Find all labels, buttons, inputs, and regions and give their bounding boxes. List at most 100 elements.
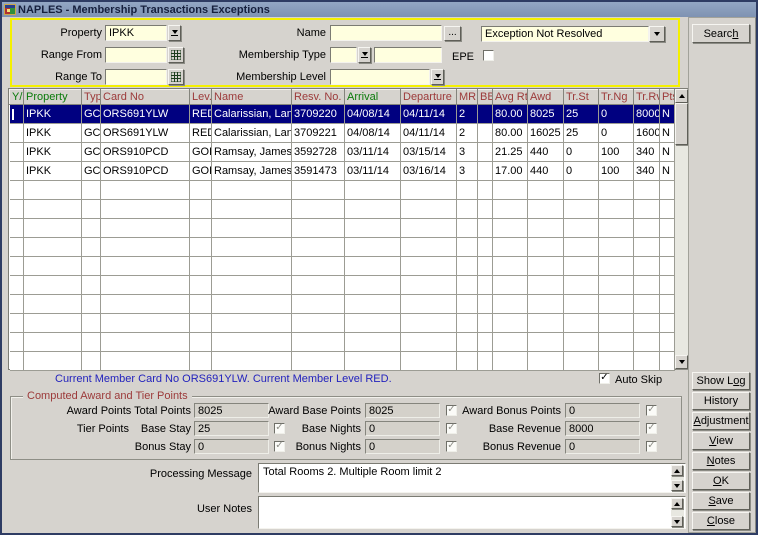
base-stay-label: Base Stay	[31, 421, 191, 435]
table-cell	[212, 238, 292, 257]
table-row[interactable]: IPKKGCORS691YLWREDCalarissian, Lando3709…	[10, 124, 675, 143]
scroll-up-button[interactable]	[671, 465, 683, 476]
property-input[interactable]: IPKK	[105, 25, 167, 41]
view-button[interactable]: View	[692, 432, 750, 450]
membership-type-lov-button[interactable]	[358, 47, 371, 63]
processing-message-box[interactable]: Total Rooms 2. Multiple Room limit 2	[258, 463, 686, 493]
table-cell: N	[660, 143, 675, 162]
table-cell: Calarissian, Lando	[212, 105, 292, 124]
range-from-calendar-button[interactable]	[168, 47, 184, 63]
table-cell	[564, 333, 599, 352]
processing-scrollbar[interactable]	[671, 465, 684, 491]
table-cell	[345, 257, 401, 276]
ok-button[interactable]: OK	[692, 472, 750, 490]
range-to-calendar-button[interactable]	[168, 69, 184, 85]
history-button[interactable]: History	[692, 392, 750, 410]
table-cell	[101, 181, 190, 200]
table-cell	[564, 200, 599, 219]
scroll-down-button[interactable]	[671, 516, 683, 527]
column-header-arrival: Arrival	[345, 90, 401, 105]
table-cell	[599, 219, 634, 238]
table-row[interactable]: IPKKGCORS691YLWREDCalarissian, Lando3709…	[10, 105, 675, 124]
epe-checkbox[interactable]	[483, 50, 494, 61]
membership-level-lov-button[interactable]	[431, 69, 444, 85]
scroll-up-button[interactable]	[675, 89, 688, 103]
grid-scrollbar[interactable]	[675, 89, 688, 369]
table-cell	[457, 219, 478, 238]
table-cell	[101, 257, 190, 276]
table-cell	[345, 200, 401, 219]
table-cell	[660, 257, 675, 276]
table-cell	[493, 219, 528, 238]
table-row	[10, 219, 675, 238]
table-cell: RED	[190, 105, 212, 124]
current-member-status: Current Member Card No ORS691YLW. Curren…	[55, 373, 392, 385]
table-cell: 100	[599, 162, 634, 181]
scrollbar-thumb[interactable]	[675, 103, 688, 145]
lov-arrow-icon	[361, 52, 368, 58]
show-log-button[interactable]: Show Log	[692, 372, 750, 390]
table-cell	[10, 352, 24, 371]
table-cell	[564, 238, 599, 257]
membership-type-desc-input[interactable]	[374, 47, 442, 63]
range-to-input[interactable]	[105, 69, 167, 85]
column-header-name: Name	[212, 90, 292, 105]
table-cell	[401, 352, 457, 371]
table-cell: 8025	[528, 105, 564, 124]
save-button[interactable]: Save	[692, 492, 750, 510]
scroll-down-button[interactable]	[675, 355, 688, 369]
calendar-icon	[171, 50, 181, 60]
exception-filter-dropdown-button[interactable]	[649, 26, 665, 42]
table-cell: 03/16/14	[401, 162, 457, 181]
range-from-label: Range From	[10, 47, 102, 61]
table-cell	[190, 295, 212, 314]
membership-level-input[interactable]	[330, 69, 430, 85]
table-cell	[660, 219, 675, 238]
table-row[interactable]: IPKKGCORS910PCDGOLDRamsay, James35927280…	[10, 143, 675, 162]
table-cell	[401, 219, 457, 238]
range-from-input[interactable]	[105, 47, 167, 63]
table-cell	[82, 238, 101, 257]
table-cell	[599, 200, 634, 219]
column-header-pts-: Pts.	[660, 90, 675, 105]
scroll-down-button[interactable]	[671, 480, 683, 491]
table-cell	[10, 143, 24, 162]
table-row	[10, 314, 675, 333]
table-cell: 440	[528, 162, 564, 181]
table-cell	[528, 276, 564, 295]
adjustment-button[interactable]: Adjustment	[692, 412, 750, 430]
table-cell: 3591473	[292, 162, 345, 181]
auto-skip-checkbox[interactable]	[599, 373, 610, 384]
table-cell	[660, 333, 675, 352]
table-cell: GC	[82, 124, 101, 143]
scroll-up-button[interactable]	[671, 498, 683, 509]
property-lov-button[interactable]	[168, 25, 181, 41]
table-cell	[24, 181, 82, 200]
award-base-points-field: 8025	[365, 403, 440, 418]
table-cell	[564, 219, 599, 238]
column-header-avg-rt: Avg Rt	[493, 90, 528, 105]
user-notes-box[interactable]	[258, 496, 686, 529]
table-cell	[10, 181, 24, 200]
table-cell: 340	[634, 143, 660, 162]
name-browse-button[interactable]: ...	[444, 26, 461, 41]
column-header-card-no: Card No	[101, 90, 190, 105]
table-cell	[10, 200, 24, 219]
name-input[interactable]	[330, 25, 442, 41]
table-row[interactable]: IPKKGCORS910PCDGOLDRamsay, James35914730…	[10, 162, 675, 181]
user-notes-scrollbar[interactable]	[671, 498, 684, 527]
table-cell: ORS691YLW	[101, 124, 190, 143]
table-cell	[564, 295, 599, 314]
exception-filter-select[interactable]: Exception Not Resolved	[481, 26, 649, 42]
table-row	[10, 295, 675, 314]
table-cell	[10, 276, 24, 295]
processing-message-text: Total Rooms 2. Multiple Room limit 2	[263, 466, 442, 478]
table-cell	[190, 333, 212, 352]
membership-type-code-input[interactable]	[330, 47, 357, 63]
table-cell	[457, 238, 478, 257]
table-cell: 3	[457, 143, 478, 162]
table-cell	[478, 219, 493, 238]
search-button[interactable]: Search	[692, 24, 750, 43]
notes-button[interactable]: Notes	[692, 452, 750, 470]
close-button[interactable]: Close	[692, 512, 750, 530]
